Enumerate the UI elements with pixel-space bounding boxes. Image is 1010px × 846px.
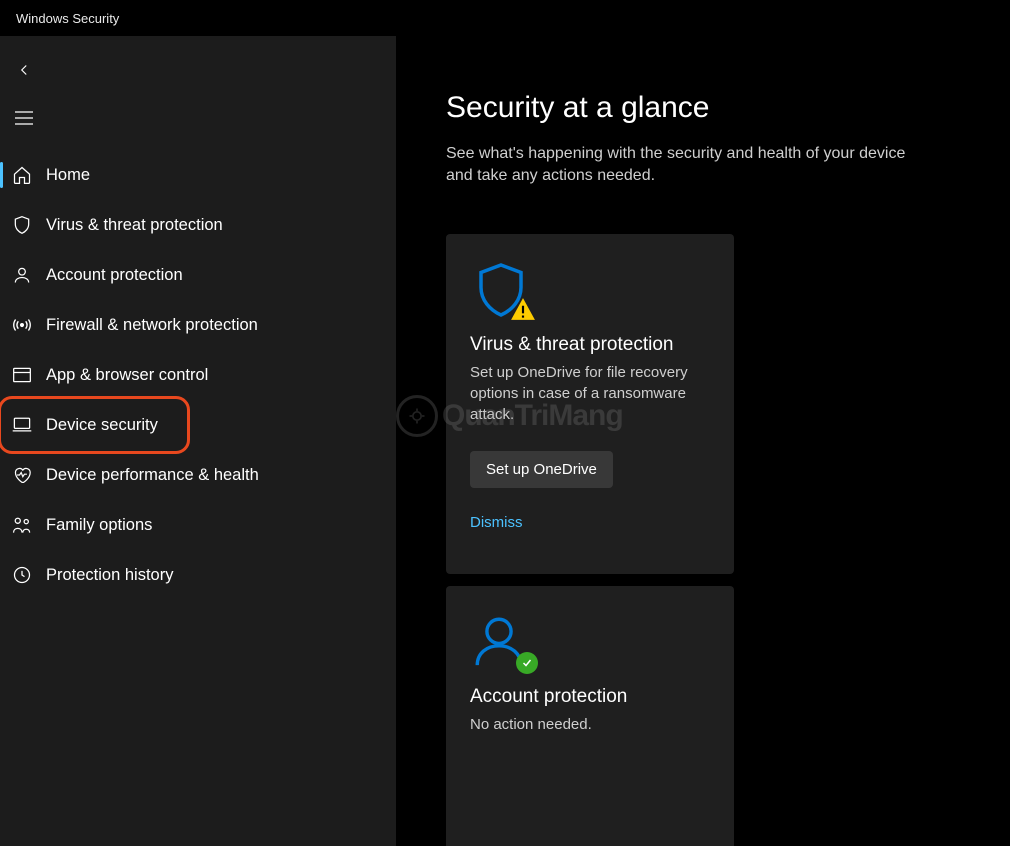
sidebar-item-label: Home [46, 166, 90, 185]
warning-badge-icon [510, 296, 540, 322]
broadcast-icon [10, 313, 34, 337]
sidebar-item-family[interactable]: Family options [0, 500, 396, 550]
sidebar-item-label: Family options [46, 516, 152, 535]
back-arrow-icon [15, 61, 33, 79]
card-status: Set up OneDrive for file recovery option… [470, 362, 710, 425]
back-button[interactable] [0, 46, 48, 94]
cards-grid: Virus & threat protection Set up OneDriv… [446, 234, 1010, 846]
card-title: Virus & threat protection [470, 334, 710, 356]
laptop-icon [10, 413, 34, 437]
sidebar-item-device[interactable]: Device security [0, 400, 396, 450]
sidebar-item-performance[interactable]: Device performance & health [0, 450, 396, 500]
setup-onedrive-button[interactable]: Set up OneDrive [470, 451, 613, 488]
history-icon [10, 563, 34, 587]
page-title: Security at a glance [446, 91, 1010, 125]
page-description: See what's happening with the security a… [446, 143, 926, 188]
sidebar-item-label: Firewall & network protection [46, 316, 258, 335]
card-status: No action needed. [470, 714, 710, 735]
card-icon-wrap [470, 260, 534, 318]
window-title: Windows Security [16, 11, 119, 26]
sidebar-item-label: App & browser control [46, 366, 208, 385]
heart-icon [10, 463, 34, 487]
sidebar-item-appbrowser[interactable]: App & browser control [0, 350, 396, 400]
shield-icon [10, 213, 34, 237]
sidebar: Home Virus & threat protection Account p… [0, 36, 396, 846]
sidebar-item-history[interactable]: Protection history [0, 550, 396, 600]
sidebar-item-label: Virus & threat protection [46, 216, 223, 235]
sidebar-item-label: Protection history [46, 566, 173, 585]
card-virus[interactable]: Virus & threat protection Set up OneDriv… [446, 234, 734, 574]
card-title: Account protection [470, 686, 710, 708]
card-icon-wrap [470, 612, 534, 670]
dismiss-link[interactable]: Dismiss [470, 514, 523, 531]
titlebar: Windows Security [0, 0, 1010, 36]
sidebar-item-label: Device security [46, 416, 158, 435]
sidebar-item-label: Account protection [46, 266, 183, 285]
hamburger-icon [15, 111, 33, 125]
nav: Home Virus & threat protection Account p… [0, 150, 396, 600]
window-icon [10, 363, 34, 387]
sidebar-item-virus[interactable]: Virus & threat protection [0, 200, 396, 250]
sidebar-item-home[interactable]: Home [0, 150, 396, 200]
person-icon [10, 263, 34, 287]
family-icon [10, 513, 34, 537]
sidebar-item-firewall[interactable]: Firewall & network protection [0, 300, 396, 350]
sidebar-item-label: Device performance & health [46, 466, 259, 485]
main-content: Security at a glance See what's happenin… [396, 36, 1010, 846]
ok-badge-icon [516, 652, 538, 674]
sidebar-item-account[interactable]: Account protection [0, 250, 396, 300]
card-account[interactable]: Account protection No action needed. [446, 586, 734, 846]
hamburger-button[interactable] [0, 94, 48, 142]
home-icon [10, 163, 34, 187]
